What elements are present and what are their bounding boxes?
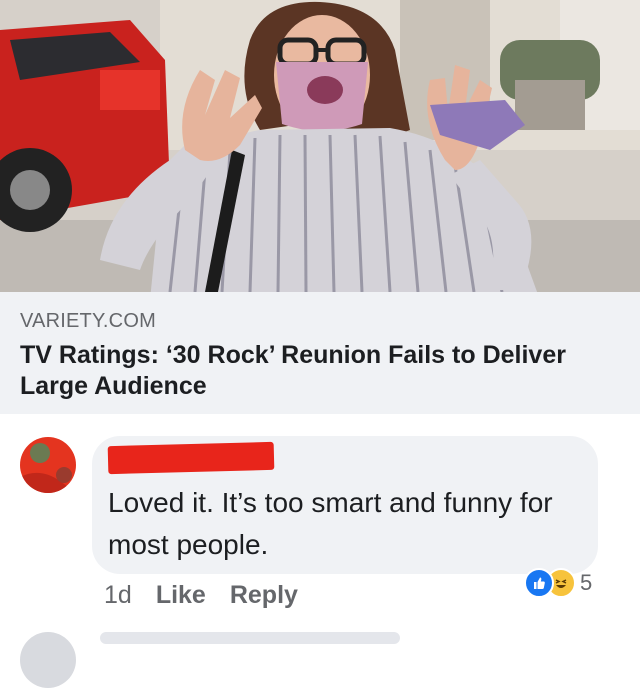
reaction-count: 5 — [580, 570, 593, 595]
like-icon — [524, 568, 554, 598]
like-button[interactable]: Like — [156, 581, 206, 610]
reaction-summary[interactable]: 5 — [524, 568, 592, 598]
photo-illustration — [0, 0, 640, 292]
commenter-avatar[interactable] — [20, 437, 76, 493]
comment-timestamp[interactable]: 1d — [104, 581, 132, 610]
next-commenter-avatar[interactable] — [20, 632, 76, 688]
reply-button[interactable]: Reply — [230, 581, 298, 610]
link-preview-image[interactable] — [0, 0, 640, 292]
link-preview-card[interactable]: VARIETY.COM TV Ratings: ‘30 Rock’ Reunio… — [0, 292, 640, 414]
avatar-image — [20, 437, 76, 493]
redacted-username[interactable] — [107, 441, 275, 475]
link-domain: VARIETY.COM — [20, 310, 156, 332]
link-headline[interactable]: TV Ratings: ‘30 Rock’ Reunion Fails to D… — [20, 340, 600, 402]
comment-actions: 1d Like Reply — [104, 578, 322, 612]
comment-bubble: Loved it. It’s too smart and funny for m… — [92, 436, 598, 574]
comment-text: Loved it. It’s too smart and funny for m… — [108, 487, 553, 560]
next-comment-bubble — [100, 632, 400, 644]
